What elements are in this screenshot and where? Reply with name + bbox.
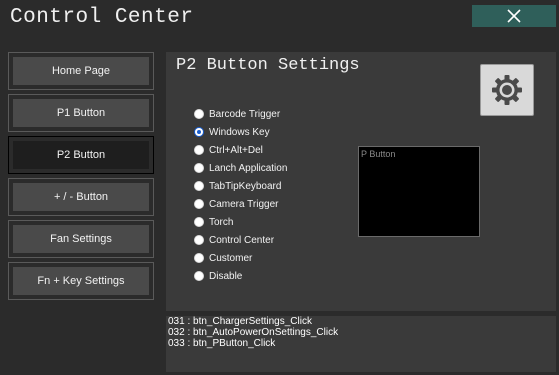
option-barcode-trigger[interactable]: Barcode Trigger xyxy=(194,105,287,123)
option-windows-key[interactable]: Windows Key xyxy=(194,123,287,141)
window-title: Control Center xyxy=(10,6,194,29)
settings-button[interactable] xyxy=(480,64,534,116)
settings-panel: P2 Button Settings Barcode Trigger Windo… xyxy=(166,52,556,311)
sidebar-item-fan-settings[interactable]: Fan Settings xyxy=(8,220,154,258)
radio-button[interactable] xyxy=(194,145,204,155)
option-label: Lanch Application xyxy=(209,162,288,174)
option-label: Customer xyxy=(209,252,253,264)
option-label: TabTipKeyboard xyxy=(209,180,282,192)
option-customer[interactable]: Customer xyxy=(194,249,287,267)
sidebar: Home Page P1 Button P2 Button + / - Butt… xyxy=(8,52,156,304)
sidebar-item-label: Fan Settings xyxy=(13,225,149,253)
option-camera-trigger[interactable]: Camera Trigger xyxy=(194,195,287,213)
p-button-preview: P Button xyxy=(358,146,480,237)
event-log[interactable]: 031 : btn_ChargerSettings_Click 032 : bt… xyxy=(166,316,556,372)
option-torch[interactable]: Torch xyxy=(194,213,287,231)
close-icon xyxy=(507,9,521,23)
sidebar-item-label: P2 Button xyxy=(13,141,149,169)
log-line: 031 : btn_ChargerSettings_Click xyxy=(168,316,312,327)
radio-button[interactable] xyxy=(194,271,204,281)
option-label: Torch xyxy=(209,216,234,228)
sidebar-item-home-page[interactable]: Home Page xyxy=(8,52,154,90)
option-ctrl-alt-del[interactable]: Ctrl+Alt+Del xyxy=(194,141,287,159)
radio-button[interactable] xyxy=(194,163,204,173)
sidebar-item-label: P1 Button xyxy=(13,99,149,127)
sidebar-item-label: Fn + Key Settings xyxy=(13,267,149,295)
gear-icon xyxy=(492,75,522,105)
close-button[interactable] xyxy=(472,5,556,27)
sidebar-item-label: Home Page xyxy=(13,57,149,85)
option-label: Disable xyxy=(209,270,243,282)
panel-title: P2 Button Settings xyxy=(176,56,360,75)
radio-button-selected[interactable] xyxy=(194,127,204,137)
log-line: 032 : btn_AutoPowerOnSettings_Click xyxy=(168,327,339,338)
sidebar-item-label: + / - Button xyxy=(13,183,149,211)
log-line: 033 : btn_PButton_Click xyxy=(168,338,276,349)
option-launch-application[interactable]: Lanch Application xyxy=(194,159,287,177)
option-label: Camera Trigger xyxy=(209,198,279,210)
radio-button[interactable] xyxy=(194,181,204,191)
radio-button[interactable] xyxy=(194,253,204,263)
option-label: Control Center xyxy=(209,234,275,246)
option-label: Windows Key xyxy=(209,126,270,138)
radio-button[interactable] xyxy=(194,235,204,245)
sidebar-item-plus-minus-button[interactable]: + / - Button xyxy=(8,178,154,216)
option-label: Barcode Trigger xyxy=(209,108,281,120)
preview-label: P Button xyxy=(361,149,396,159)
button-action-options: Barcode Trigger Windows Key Ctrl+Alt+Del… xyxy=(194,105,287,285)
radio-button[interactable] xyxy=(194,109,204,119)
option-disable[interactable]: Disable xyxy=(194,267,287,285)
sidebar-item-p1-button[interactable]: P1 Button xyxy=(8,94,154,132)
radio-button[interactable] xyxy=(194,217,204,227)
radio-button[interactable] xyxy=(194,199,204,209)
sidebar-item-fn-key-settings[interactable]: Fn + Key Settings xyxy=(8,262,154,300)
option-tabtip-keyboard[interactable]: TabTipKeyboard xyxy=(194,177,287,195)
option-control-center[interactable]: Control Center xyxy=(194,231,287,249)
sidebar-item-p2-button[interactable]: P2 Button xyxy=(8,136,154,174)
option-label: Ctrl+Alt+Del xyxy=(209,144,263,156)
